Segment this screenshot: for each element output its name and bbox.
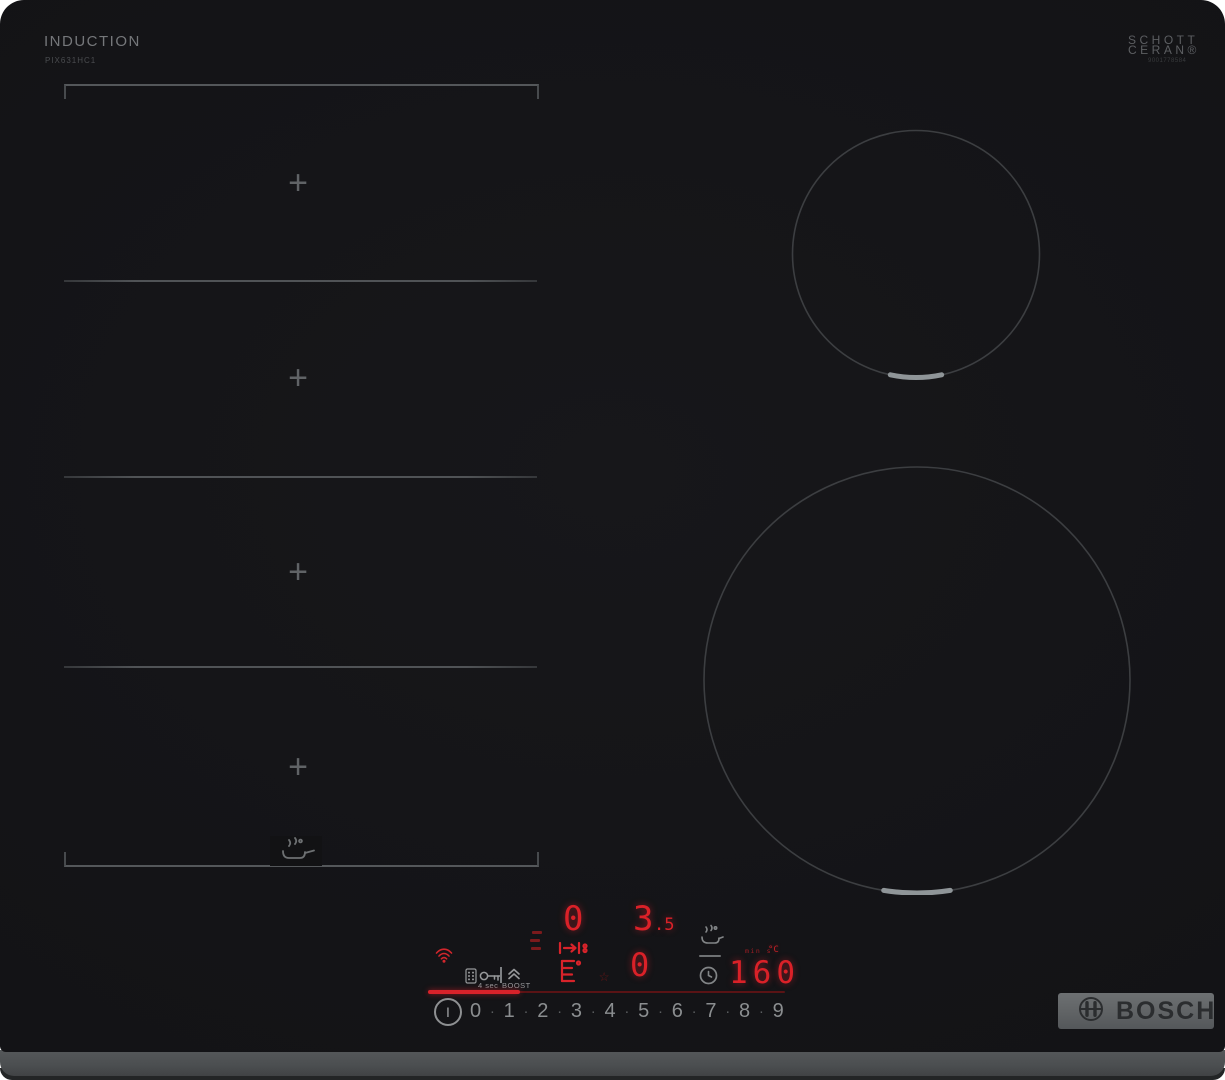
display-center-level: 0 (630, 949, 649, 981)
level-dot: · (591, 1003, 596, 1020)
front-trim-strip (0, 1050, 1225, 1076)
level-dot: · (725, 1003, 730, 1020)
level-dot: · (624, 1003, 629, 1020)
flex-plus-marker-4: + (280, 749, 316, 785)
timer-clock-icon[interactable] (699, 966, 718, 990)
flex-plus-marker-1: + (280, 165, 316, 201)
level-dot: · (524, 1003, 529, 1020)
power-level-row: 0 · 1 · 2 · 3 · 4 · 5 · 6 · 7 · 8 · 9 (470, 1000, 784, 1022)
flex-plus-marker-3: + (280, 554, 316, 590)
display-temp-value: 160 (729, 958, 800, 989)
power-symbol: I (446, 1004, 450, 1020)
bosch-wordmark: BOSCH (1116, 997, 1216, 1026)
flex-segment-indicator (530, 931, 542, 951)
level-dot: · (557, 1003, 562, 1020)
flex-zone-top-bracket (64, 84, 539, 99)
frying-sensor-icon[interactable] (698, 924, 724, 951)
move-pan-indicator-icon (558, 941, 590, 988)
key-lock-label: 4 sec (478, 981, 498, 990)
zone-front-marker-arc (884, 890, 951, 893)
zone-front-marker-arc (890, 375, 941, 378)
level-dot: · (658, 1003, 663, 1020)
display-right-zone-level-decimal: .5 (654, 917, 674, 934)
level-key-0[interactable]: 0 (470, 1000, 481, 1023)
bosch-badge: BOSCH (1058, 993, 1214, 1029)
level-key-4[interactable]: 4 (605, 1000, 616, 1023)
flex-plus-marker-2: + (280, 360, 316, 396)
level-key-8[interactable]: 8 (739, 1000, 750, 1023)
level-key-3[interactable]: 3 (571, 1000, 582, 1023)
level-dot: · (759, 1003, 764, 1020)
cooking-zone-top-right (787, 125, 1045, 383)
display-right-zone-level: 3 (633, 902, 653, 936)
keypad-icon (465, 968, 477, 989)
schott-ceran-logo: SCHOTT CERAN® (1128, 35, 1200, 55)
level-key-1[interactable]: 1 (504, 1000, 515, 1023)
level-key-6[interactable]: 6 (672, 1000, 683, 1023)
favorite-star-icon[interactable]: ☆ (599, 968, 609, 985)
bosch-anchor-icon (1078, 996, 1104, 1027)
flex-zone-divider-2 (64, 476, 537, 478)
level-key-5[interactable]: 5 (638, 1000, 649, 1023)
level-key-7[interactable]: 7 (705, 1000, 716, 1023)
level-dot: · (692, 1003, 697, 1020)
frying-sensor-zone-marker (270, 836, 322, 866)
flex-zone-divider-3 (64, 666, 537, 668)
wifi-icon[interactable] (435, 948, 453, 968)
cooking-zone-bottom-right (702, 465, 1132, 895)
pan-steam-icon (274, 836, 318, 867)
level-key-2[interactable]: 2 (537, 1000, 548, 1023)
induction-hob: INDUCTION PIX631HC1 SCHOTT CERAN® 900177… (0, 0, 1225, 1080)
sensor-separator-line (699, 955, 721, 957)
power-button[interactable]: I (434, 998, 462, 1026)
glass-serial-label: 9001778584 (1148, 58, 1186, 64)
level-dot: · (490, 1003, 495, 1020)
power-slider-active[interactable] (428, 990, 520, 994)
temp-unit-label: °C (768, 946, 779, 955)
glass-surface: INDUCTION PIX631HC1 SCHOTT CERAN® 900177… (0, 0, 1225, 1052)
boost-label: BOOST (502, 981, 531, 990)
display-left-zone-level: 0 (563, 902, 583, 936)
cooktop-photo: INDUCTION PIX631HC1 SCHOTT CERAN® 900177… (0, 0, 1225, 1080)
surface-brand-label: INDUCTION (44, 33, 141, 50)
schott-line2: CERAN® (1128, 45, 1200, 55)
level-key-9[interactable]: 9 (773, 1000, 784, 1023)
flex-zone-divider-1 (64, 280, 537, 282)
model-number-label: PIX631HC1 (45, 56, 96, 65)
